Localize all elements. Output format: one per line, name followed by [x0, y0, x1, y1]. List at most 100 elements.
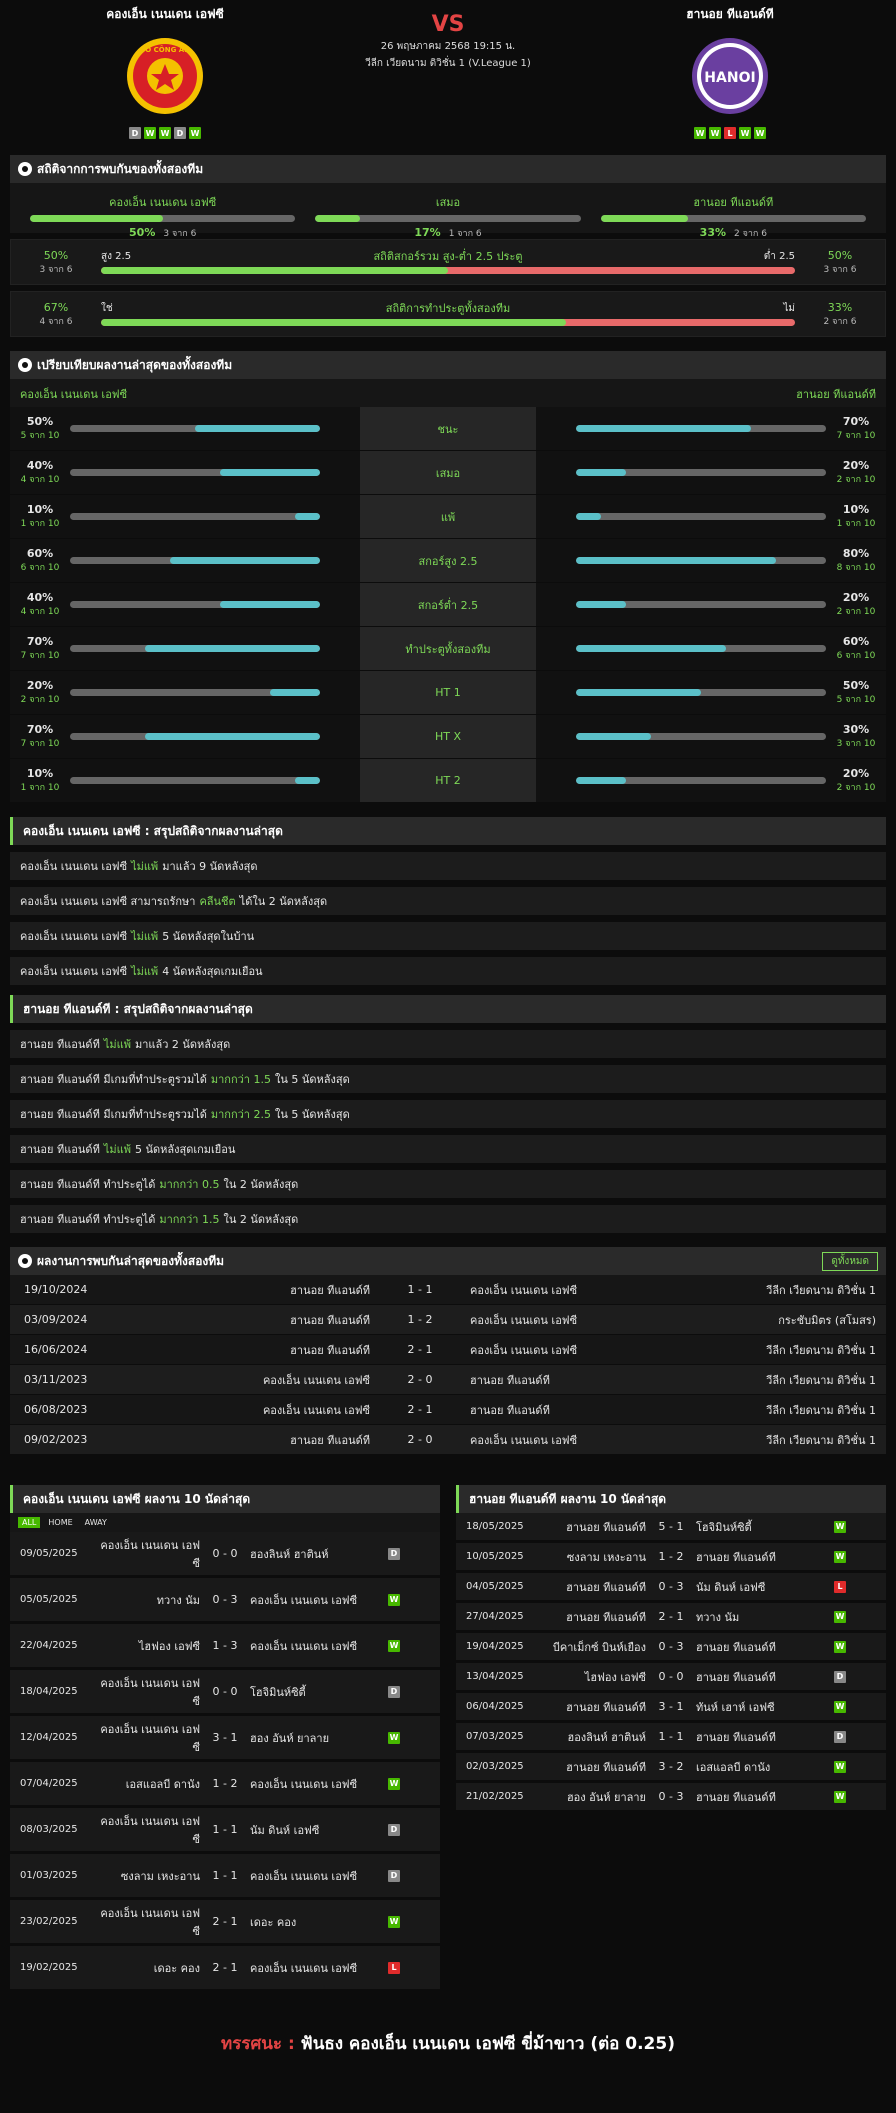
filter-tab[interactable]: AWAY	[81, 1517, 111, 1528]
match-away[interactable]: ทวาง นัม	[696, 1608, 816, 1626]
match-home[interactable]: ฮานอย ทีแอนด์ที	[541, 1518, 646, 1536]
match-row[interactable]: 09/05/2025 คองเอ็น เนนเดน เอฟซี 0 - 0 ฮองลิ…	[10, 1532, 440, 1578]
history-away[interactable]: ฮานอย ทีแอนด์ที	[470, 1401, 670, 1419]
history-row[interactable]: 03/09/2024 ฮานอย ทีแอนด์ที 1 - 2 คองเอ็น เน…	[10, 1305, 886, 1335]
match-row[interactable]: 06/04/2025 ฮานอย ทีแอนด์ที 3 - 1 ทันห์ เฮาห…	[456, 1693, 886, 1723]
match-row[interactable]: 02/03/2025 ฮานอย ทีแอนด์ที 3 - 2 เอสแอลบี ด…	[456, 1753, 886, 1783]
history-away[interactable]: คองเอ็น เนนเดน เอฟซี	[470, 1341, 670, 1359]
match-row[interactable]: 04/05/2025 ฮานอย ทีแอนด์ที 0 - 3 นัม ดินห์ …	[456, 1573, 886, 1603]
match-row[interactable]: 27/04/2025 ฮานอย ทีแอนด์ที 2 - 1 ทวาง นัม W	[456, 1603, 886, 1633]
match-row[interactable]: 13/04/2025 ไฮฟอง เอฟซี 0 - 0 ฮานอย ทีแอนด์ท…	[456, 1663, 886, 1693]
match-away[interactable]: นัม ดินห์ เอฟซี	[250, 1821, 370, 1839]
fact-highlight: ไม่แพ้	[131, 860, 159, 873]
match-home[interactable]: ฮานอย ทีแอนด์ที	[541, 1578, 646, 1596]
match-home[interactable]: คองเอ็น เนนเดน เอฟซี	[95, 1536, 200, 1572]
match-home[interactable]: บีคาเม็กซ์ บินห์เยือง	[541, 1638, 646, 1656]
match-away[interactable]: คองเอ็น เนนเดน เอฟซี	[250, 1637, 370, 1655]
match-row[interactable]: 01/03/2025 ซงลาม เหงะอาน 1 - 1 คองเอ็น เนนเ…	[10, 1854, 440, 1900]
match-row[interactable]: 10/05/2025 ซงลาม เหงะอาน 1 - 2 ฮานอย ทีแอนด…	[456, 1543, 886, 1573]
match-row[interactable]: 18/05/2025 ฮานอย ทีแอนด์ที 5 - 1 โฮจิมินห์ซ…	[456, 1513, 886, 1543]
fact-item: คองเอ็น เนนเดน เอฟซี ไม่แพ้ มาแล้ว 9 นัดหล…	[10, 852, 886, 880]
match-row[interactable]: 08/03/2025 คองเอ็น เนนเดน เอฟซี 1 - 1 นัม ด…	[10, 1808, 440, 1854]
filter-tab[interactable]: HOME	[44, 1517, 76, 1528]
match-row[interactable]: 19/02/2025 เดอะ คอง 2 - 1 คองเอ็น เนนเดน เอ…	[10, 1946, 440, 1992]
history-away[interactable]: คองเอ็น เนนเดน เอฟซี	[470, 1281, 670, 1299]
history-home[interactable]: คองเอ็น เนนเดน เอฟซี	[130, 1371, 370, 1389]
match-away[interactable]: คองเอ็น เนนเดน เอฟซี	[250, 1867, 370, 1885]
match-home[interactable]: ฮานอย ทีแอนด์ที	[541, 1698, 646, 1716]
match-home[interactable]: คองเอ็น เนนเดน เอฟซี	[95, 1904, 200, 1940]
away-bar-fill	[576, 777, 626, 784]
match-away[interactable]: คองเอ็น เนนเดน เอฟซี	[250, 1591, 370, 1609]
away-count: 3 จาก 10	[836, 739, 876, 749]
match-row[interactable]: 19/04/2025 บีคาเม็กซ์ บินห์เยือง 0 - 3 ฮานอ…	[456, 1633, 886, 1663]
match-away[interactable]: ฮานอย ทีแอนด์ที	[696, 1788, 816, 1806]
match-row[interactable]: 12/04/2025 คองเอ็น เนนเดน เอฟซี 3 - 1 ฮอง อ…	[10, 1716, 440, 1762]
match-home[interactable]: ไฮฟอง เอฟซี	[95, 1637, 200, 1655]
history-view-all-button[interactable]: ดูทั้งหมด	[822, 1252, 878, 1271]
away-bar-fill	[576, 733, 651, 740]
away-count: 6 จาก 10	[836, 651, 876, 661]
match-home[interactable]: ฮานอย ทีแอนด์ที	[541, 1758, 646, 1776]
match-away[interactable]: ฮานอย ทีแอนด์ที	[696, 1728, 816, 1746]
history-row[interactable]: 03/11/2023 คองเอ็น เนนเดน เอฟซี 2 - 0 ฮานอย…	[10, 1365, 886, 1395]
match-score: 0 - 0	[658, 1670, 684, 1683]
match-away[interactable]: นัม ดินห์ เอฟซี	[696, 1578, 816, 1596]
comparison-label: สกอร์ต่ำ 2.5	[360, 583, 536, 626]
form-badge: L	[724, 127, 736, 139]
match-away[interactable]: ฮานอย ทีแอนด์ที	[696, 1668, 816, 1686]
form-badge: D	[174, 127, 186, 139]
history-row[interactable]: 19/10/2024 ฮานอย ทีแอนด์ที 1 - 1 คองเอ็น เน…	[10, 1275, 886, 1305]
history-away[interactable]: คองเอ็น เนนเดน เอฟซี	[470, 1311, 670, 1329]
match-home[interactable]: ฮอง อันห์ ยาลาย	[541, 1788, 646, 1806]
match-away[interactable]: เดอะ คอง	[250, 1913, 370, 1931]
match-away[interactable]: ฮอง อันห์ ยาลาย	[250, 1729, 370, 1747]
history-away[interactable]: คองเอ็น เนนเดน เอฟซี	[470, 1431, 670, 1449]
result-badge: W	[388, 1593, 400, 1606]
match-home[interactable]: คองเอ็น เนนเดน เอฟซี	[95, 1674, 200, 1710]
match-row[interactable]: 05/05/2025 ทวาง นัม 0 - 3 คองเอ็น เนนเดน เอ…	[10, 1578, 440, 1624]
match-row[interactable]: 22/04/2025 ไฮฟอง เอฟซี 1 - 3 คองเอ็น เนนเดน…	[10, 1624, 440, 1670]
match-row[interactable]: 18/04/2025 คองเอ็น เนนเดน เอฟซี 0 - 0 โฮจิม…	[10, 1670, 440, 1716]
match-away[interactable]: คองเอ็น เนนเดน เอฟซี	[250, 1775, 370, 1793]
home-bar-fill	[145, 733, 320, 740]
match-away[interactable]: ฮองลินห์ ฮาตินห์	[250, 1545, 370, 1563]
history-home[interactable]: ฮานอย ทีแอนด์ที	[130, 1341, 370, 1359]
match-away[interactable]: เอสแอลบี ดานัง	[696, 1758, 816, 1776]
history-home[interactable]: ฮานอย ทีแอนด์ที	[130, 1281, 370, 1299]
home-bar	[70, 557, 320, 564]
match-row[interactable]: 07/04/2025 เอสแอลบี ดานัง 1 - 2 คองเอ็น เนน…	[10, 1762, 440, 1808]
match-away[interactable]: คองเอ็น เนนเดน เอฟซี	[250, 1959, 370, 1977]
comparison-label: HT 1	[360, 671, 536, 714]
match-home[interactable]: ซงลาม เหงะอาน	[541, 1548, 646, 1566]
match-home[interactable]: คองเอ็น เนนเดน เอฟซี	[95, 1812, 200, 1848]
history-row[interactable]: 09/02/2023 ฮานอย ทีแอนด์ที 2 - 0 คองเอ็น เน…	[10, 1425, 886, 1455]
match-row[interactable]: 07/03/2025 ฮองลินห์ ฮาตินห์ 1 - 1 ฮานอย ทีแ…	[456, 1723, 886, 1753]
history-away[interactable]: ฮานอย ทีแอนด์ที	[470, 1371, 670, 1389]
match-row[interactable]: 21/02/2025 ฮอง อันห์ ยาลาย 0 - 3 ฮานอย ทีแอ…	[456, 1783, 886, 1813]
match-away[interactable]: ทันห์ เฮาห์ เอฟซี	[696, 1698, 816, 1716]
history-home[interactable]: คองเอ็น เนนเดน เอฟซี	[130, 1401, 370, 1419]
match-away[interactable]: โฮจิมินห์ซิตี้	[250, 1683, 370, 1701]
filter-tab[interactable]: ALL	[18, 1517, 41, 1528]
history-home[interactable]: ฮานอย ทีแอนด์ที	[130, 1311, 370, 1329]
history-home[interactable]: ฮานอย ทีแอนด์ที	[130, 1431, 370, 1449]
history-row[interactable]: 06/08/2023 คองเอ็น เนนเดน เอฟซี 2 - 1 ฮานอย…	[10, 1395, 886, 1425]
home-team[interactable]: คองเอ็น เนนเดน เอฟซี BÓ CÔNG AN DWWDW	[65, 5, 265, 139]
match-home[interactable]: ฮองลินห์ ฮาตินห์	[541, 1728, 646, 1746]
away-team[interactable]: ฮานอย ทีแอนด์ที HANOI WWLWW	[630, 5, 830, 139]
match-home[interactable]: คองเอ็น เนนเดน เอฟซี	[95, 1720, 200, 1756]
match-away[interactable]: ฮานอย ทีแอนด์ที	[696, 1548, 816, 1566]
match-away[interactable]: โฮจิมินห์ซิตี้	[696, 1518, 816, 1536]
comparison-title: เปรียบเทียบผลงานล่าสุดของทั้งสองทีม	[37, 357, 233, 372]
match-home[interactable]: ทวาง นัม	[95, 1591, 200, 1609]
match-away[interactable]: ฮานอย ทีแอนด์ที	[696, 1638, 816, 1656]
match-home[interactable]: ฮานอย ทีแอนด์ที	[541, 1608, 646, 1626]
match-home[interactable]: ซงลาม เหงะอาน	[95, 1867, 200, 1885]
match-home[interactable]: ไฮฟอง เอฟซี	[541, 1668, 646, 1686]
match-home[interactable]: เอสแอลบี ดานัง	[95, 1775, 200, 1793]
match-league[interactable]: วีลีก เวียดนาม ดิวิชั่น 1 (V.League 1)	[300, 56, 596, 71]
match-row[interactable]: 23/02/2025 คองเอ็น เนนเดน เอฟซี 2 - 1 เดอะ …	[10, 1900, 440, 1946]
match-home[interactable]: เดอะ คอง	[95, 1959, 200, 1977]
history-row[interactable]: 16/06/2024 ฮานอย ทีแอนด์ที 2 - 1 คองเอ็น เน…	[10, 1335, 886, 1365]
